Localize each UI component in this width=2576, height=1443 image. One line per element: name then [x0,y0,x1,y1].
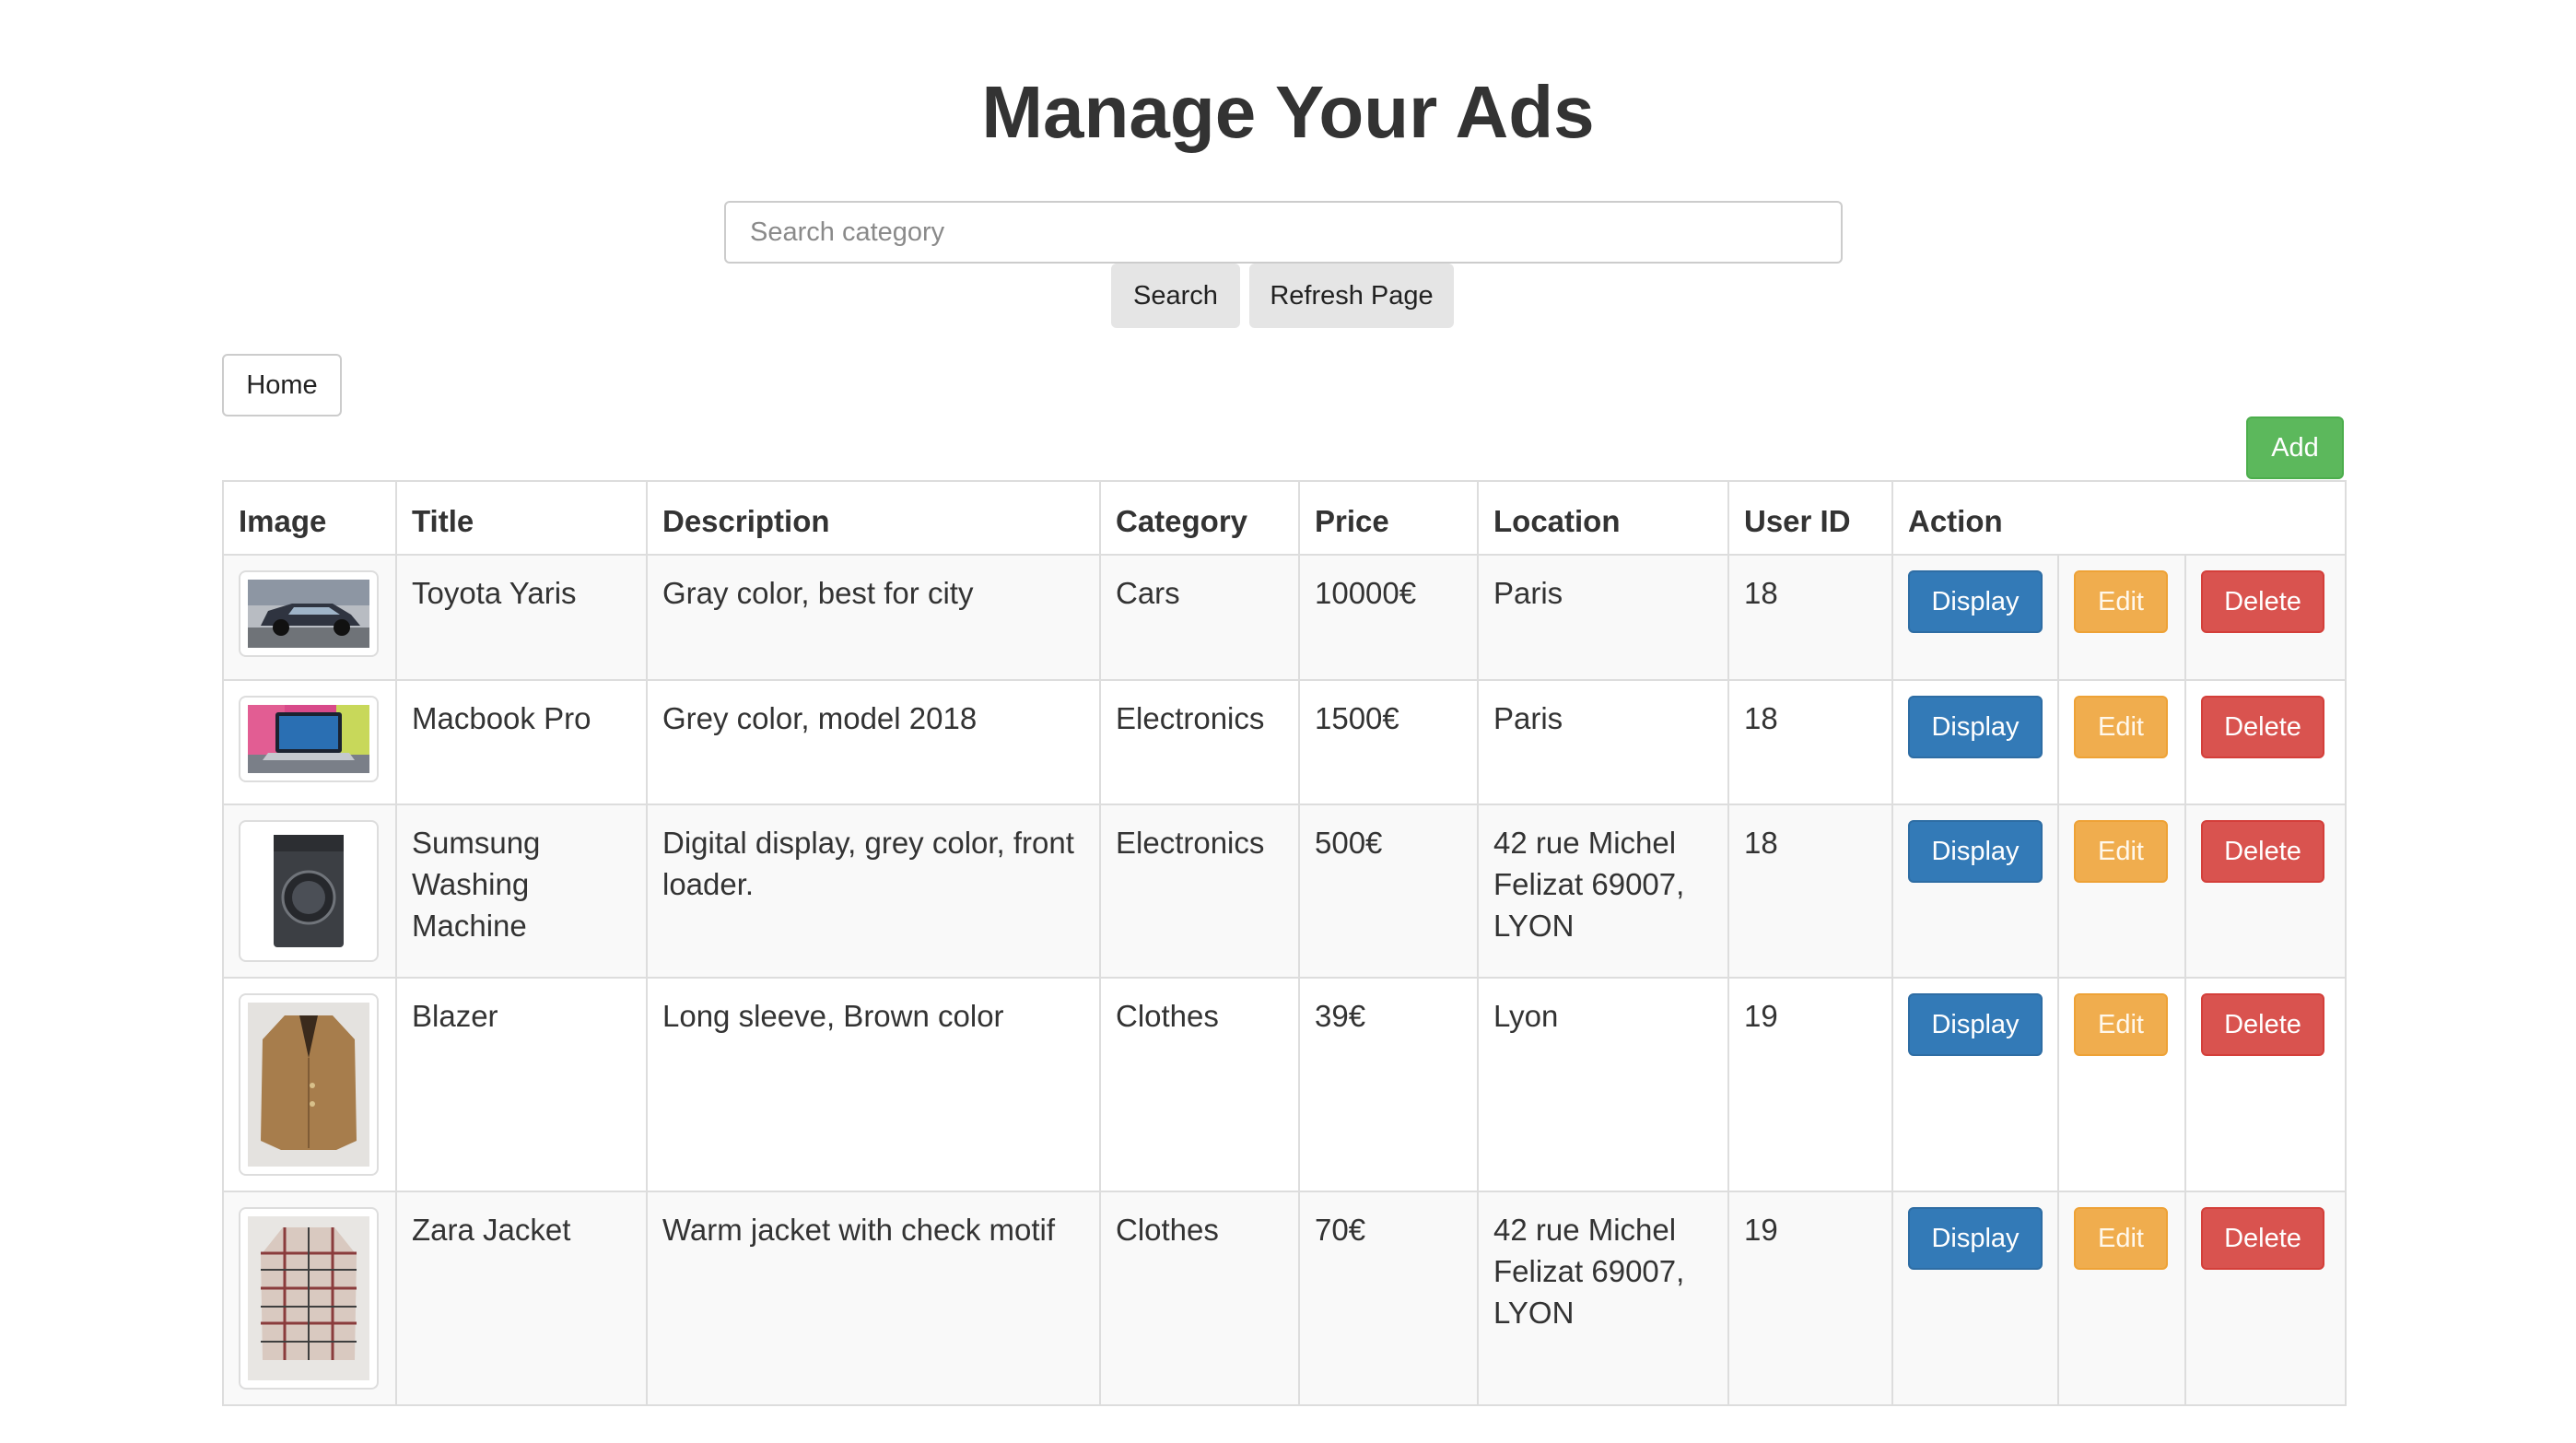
delete-cell: Delete [2184,679,2348,805]
user-id-cell: 18 [1727,804,1893,979]
header-category: Category [1099,480,1300,556]
display-cell: Display [1891,977,2059,1192]
header-image: Image [222,480,397,556]
edit-cell: Edit [2057,679,2186,805]
image-cell [222,977,397,1192]
category-cell: Electronics [1099,804,1300,979]
table-header-row: Image Title Description Category Price L… [222,480,2348,556]
header-location: Location [1477,480,1729,556]
location-cell: Lyon [1477,977,1729,1192]
display-cell: Display [1891,554,2059,681]
display-cell: Display [1891,679,2059,805]
edit-cell: Edit [2057,554,2186,681]
delete-cell: Delete [2184,554,2348,681]
display-button[interactable]: Display [1908,570,2043,633]
table-row: Zara Jacket Warm jacket with check motif… [222,1191,2348,1406]
location-cell: 42 rue Michel Felizat 69007, LYON [1477,804,1729,979]
image-cell [222,1191,397,1406]
header-title: Title [395,480,648,556]
price-cell: 39€ [1298,977,1479,1192]
category-cell: Electronics [1099,679,1300,805]
search-input[interactable] [724,201,1843,264]
edit-cell: Edit [2057,1191,2186,1406]
table-row: Sumsung Washing Machine Digital display,… [222,804,2348,979]
delete-cell: Delete [2184,1191,2348,1406]
ads-table: Image Title Description Category Price L… [222,480,2348,1406]
price-cell: 500€ [1298,804,1479,979]
delete-button[interactable]: Delete [2201,820,2324,883]
header-user-id: User ID [1727,480,1893,556]
jacket-photo [239,1207,379,1390]
price-cell: 70€ [1298,1191,1479,1406]
edit-button[interactable]: Edit [2074,570,2168,633]
category-cell: Clothes [1099,977,1300,1192]
location-cell: 42 rue Michel Felizat 69007, LYON [1477,1191,1729,1406]
description-cell: Long sleeve, Brown color [646,977,1101,1192]
display-button[interactable]: Display [1908,993,2043,1056]
title-cell: Blazer [395,977,648,1192]
title-cell: Zara Jacket [395,1191,648,1406]
image-cell [222,804,397,979]
description-cell: Digital display, grey color, front loade… [646,804,1101,979]
title-cell: Toyota Yaris [395,554,648,681]
display-button[interactable]: Display [1908,820,2043,883]
image-cell [222,554,397,681]
refresh-page-button[interactable]: Refresh Page [1249,264,1454,328]
category-cell: Clothes [1099,1191,1300,1406]
description-cell: Grey color, model 2018 [646,679,1101,805]
table-row: Toyota Yaris Gray color, best for city C… [222,554,2348,681]
edit-cell: Edit [2057,977,2186,1192]
delete-cell: Delete [2184,804,2348,979]
search-button[interactable]: Search [1111,264,1240,328]
display-button[interactable]: Display [1908,1207,2043,1270]
edit-button[interactable]: Edit [2074,696,2168,758]
description-cell: Warm jacket with check motif [646,1191,1101,1406]
price-cell: 1500€ [1298,679,1479,805]
delete-button[interactable]: Delete [2201,570,2324,633]
washing-machine-photo [239,820,379,962]
delete-button[interactable]: Delete [2201,1207,2324,1270]
page-title: Manage Your Ads [981,71,1595,153]
display-cell: Display [1891,804,2059,979]
table-row: Macbook Pro Grey color, model 2018 Elect… [222,679,2348,805]
edit-cell: Edit [2057,804,2186,979]
car-photo [239,570,379,657]
table-row: Blazer Long sleeve, Brown color Clothes … [222,977,2348,1192]
location-cell: Paris [1477,679,1729,805]
edit-button[interactable]: Edit [2074,1207,2168,1270]
add-button[interactable]: Add [2246,416,2344,479]
title-cell: Macbook Pro [395,679,648,805]
location-cell: Paris [1477,554,1729,681]
edit-button[interactable]: Edit [2074,993,2168,1056]
delete-button[interactable]: Delete [2201,696,2324,758]
image-cell [222,679,397,805]
edit-button[interactable]: Edit [2074,820,2168,883]
header-action: Action [1891,480,2348,556]
price-cell: 10000€ [1298,554,1479,681]
header-description: Description [646,480,1101,556]
user-id-cell: 19 [1727,977,1893,1192]
header-price: Price [1298,480,1479,556]
title-cell: Sumsung Washing Machine [395,804,648,979]
home-button[interactable]: Home [222,354,342,416]
description-cell: Gray color, best for city [646,554,1101,681]
display-cell: Display [1891,1191,2059,1406]
page: Manage Your Ads Search Refresh Page Home… [0,0,2576,1443]
user-id-cell: 18 [1727,554,1893,681]
user-id-cell: 19 [1727,1191,1893,1406]
user-id-cell: 18 [1727,679,1893,805]
delete-button[interactable]: Delete [2201,993,2324,1056]
display-button[interactable]: Display [1908,696,2043,758]
delete-cell: Delete [2184,977,2348,1192]
category-cell: Cars [1099,554,1300,681]
laptop-photo [239,696,379,782]
blazer-photo [239,993,379,1176]
